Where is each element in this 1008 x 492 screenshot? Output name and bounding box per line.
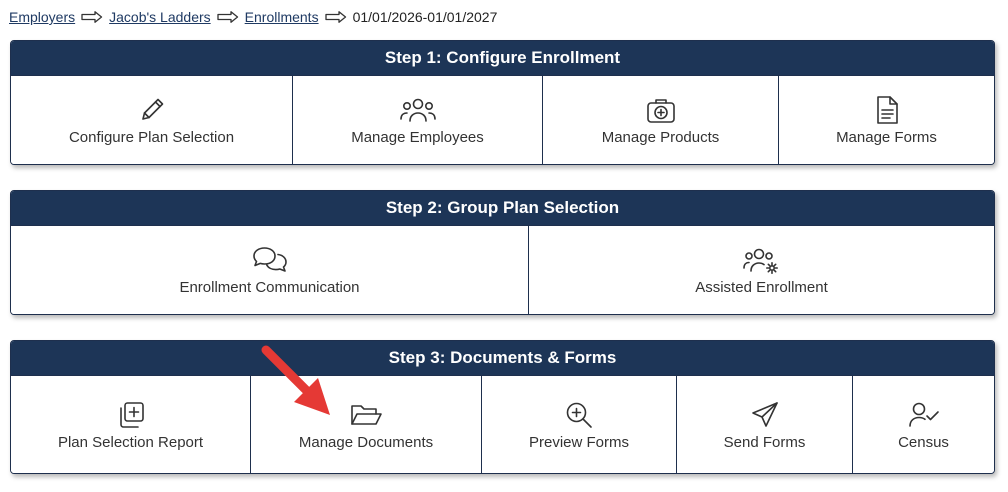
folder-open-icon bbox=[349, 398, 383, 430]
paper-plane-icon bbox=[750, 398, 780, 430]
plan-selection-report-tile[interactable]: Plan Selection Report bbox=[11, 376, 251, 473]
step3-panel: Step 3: Documents & Forms Plan Selection… bbox=[10, 340, 995, 474]
manage-employees-tile[interactable]: Manage Employees bbox=[293, 76, 543, 164]
tile-label: Configure Plan Selection bbox=[68, 129, 235, 147]
enrollment-communication-tile[interactable]: Enrollment Communication bbox=[11, 226, 529, 314]
breadcrumb: Employers Jacob's Ladders Enrollments 01… bbox=[9, 7, 497, 27]
arrow-right-icon bbox=[217, 11, 239, 23]
tile-label: Assisted Enrollment bbox=[695, 279, 828, 297]
step2-title: Step 2: Group Plan Selection bbox=[11, 191, 994, 226]
tile-label: Manage Employees bbox=[351, 129, 484, 147]
manage-documents-tile[interactable]: Manage Documents bbox=[251, 376, 482, 473]
user-check-icon bbox=[908, 398, 940, 430]
tile-label: Manage Products bbox=[601, 129, 720, 147]
document-icon bbox=[874, 93, 900, 125]
configure-plan-selection-tile[interactable]: Configure Plan Selection bbox=[11, 76, 293, 164]
tile-label: Manage Documents bbox=[298, 433, 434, 451]
tile-label: Preview Forms bbox=[528, 433, 629, 451]
copy-plus-icon bbox=[116, 398, 146, 430]
manage-forms-tile[interactable]: Manage Forms bbox=[779, 76, 994, 164]
manage-products-tile[interactable]: Manage Products bbox=[543, 76, 779, 164]
tile-label: Enrollment Communication bbox=[179, 279, 360, 297]
breadcrumb-link-employers[interactable]: Employers bbox=[9, 9, 75, 25]
users-gear-icon bbox=[742, 243, 781, 275]
pencil-icon bbox=[137, 93, 167, 125]
step1-panel: Step 1: Configure Enrollment Configure P… bbox=[10, 40, 995, 165]
arrow-right-icon bbox=[81, 11, 103, 23]
census-tile[interactable]: Census bbox=[853, 376, 994, 473]
assisted-enrollment-tile[interactable]: Assisted Enrollment bbox=[529, 226, 994, 314]
tile-label: Send Forms bbox=[723, 433, 806, 451]
step3-title: Step 3: Documents & Forms bbox=[11, 341, 994, 376]
step1-title: Step 1: Configure Enrollment bbox=[11, 41, 994, 76]
users-icon bbox=[399, 93, 436, 125]
tile-label: Census bbox=[898, 433, 949, 451]
tile-label: Manage Forms bbox=[836, 129, 937, 147]
medical-kit-icon bbox=[645, 93, 677, 125]
arrow-right-icon bbox=[324, 11, 347, 23]
breadcrumb-link-jacobs-ladders[interactable]: Jacob's Ladders bbox=[109, 9, 211, 25]
send-forms-tile[interactable]: Send Forms bbox=[677, 376, 853, 473]
chat-bubbles-icon bbox=[251, 243, 289, 275]
zoom-in-icon bbox=[564, 398, 594, 430]
tile-label: Plan Selection Report bbox=[57, 433, 204, 451]
breadcrumb-current: 01/01/2026-01/01/2027 bbox=[352, 9, 498, 25]
step2-panel: Step 2: Group Plan Selection Enrollment … bbox=[10, 190, 995, 315]
preview-forms-tile[interactable]: Preview Forms bbox=[482, 376, 677, 473]
breadcrumb-link-enrollments[interactable]: Enrollments bbox=[245, 9, 319, 25]
